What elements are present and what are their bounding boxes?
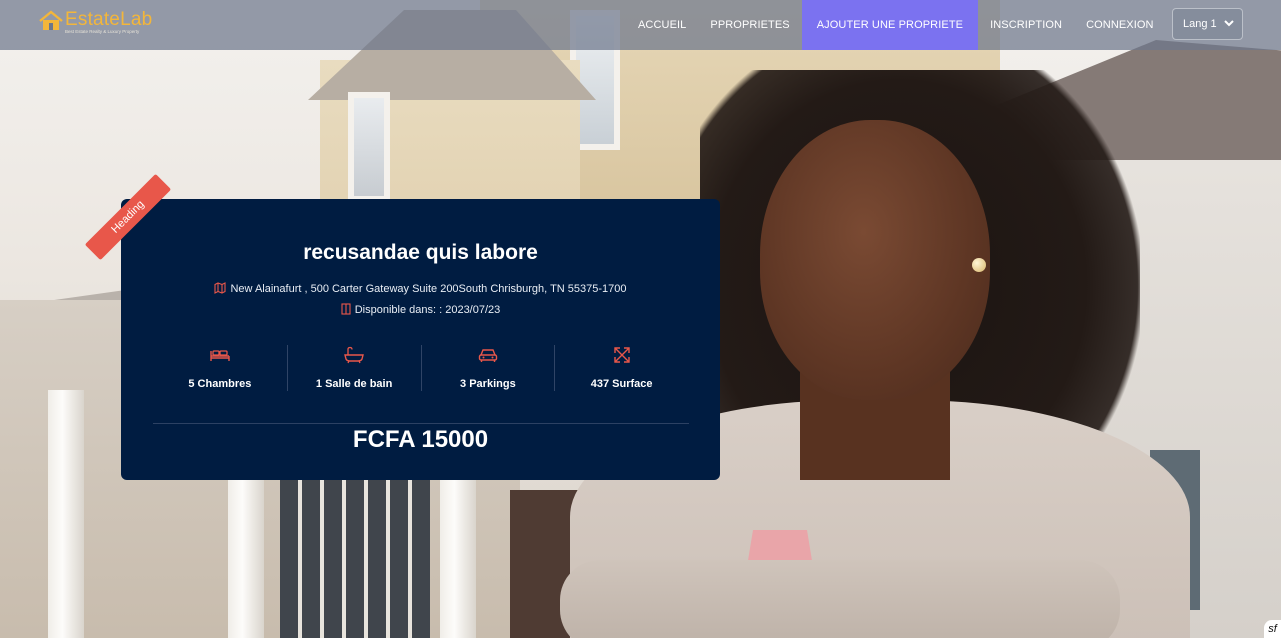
main-menu: ACCUEIL PPROPRIETES AJOUTER UNE PROPRIET… — [626, 0, 1166, 50]
property-stats: 5 Chambres 1 Salle de bain 3 Parkings 43… — [153, 345, 688, 391]
brand-name-part2: Lab — [120, 9, 153, 30]
property-address-text: New Alainafurt , 500 Carter Gateway Suit… — [230, 283, 627, 295]
stat-surface-label: 437 Surface — [590, 378, 653, 390]
language-select[interactable]: Lang 1 — [1172, 8, 1243, 40]
property-availability-text: Disponible dans: : 2023/07/23 — [354, 304, 501, 316]
stat-parkings: 3 Parkings — [420, 345, 555, 391]
expand-icon — [555, 346, 688, 364]
chevron-down-icon — [1224, 19, 1234, 30]
language-select-value: Lang 1 — [1183, 18, 1217, 30]
bed-icon — [153, 346, 287, 364]
property-availability: Disponible dans: : 2023/07/23 — [121, 303, 720, 318]
stat-bedrooms-label: 5 Chambres — [188, 378, 252, 390]
stat-parkings-label: 3 Parkings — [460, 378, 516, 390]
stat-surface: 437 Surface — [554, 345, 688, 391]
map-icon — [214, 282, 227, 297]
brand-logo[interactable]: EstateLab Best Estate Realty & Luxury Pr… — [38, 10, 152, 35]
brand-name-part1: Estate — [65, 9, 121, 30]
car-icon — [422, 346, 555, 364]
nav-accueil[interactable]: ACCUEIL — [626, 0, 698, 50]
bathtub-icon — [288, 346, 421, 364]
stat-bathrooms: 1 Salle de bain — [286, 345, 421, 391]
stat-bathrooms-label: 1 Salle de bain — [315, 378, 393, 390]
property-title: recusandae quis labore — [303, 241, 538, 264]
nav-connexion[interactable]: CONNEXION — [1074, 0, 1166, 50]
property-address: New Alainafurt , 500 Carter Gateway Suit… — [121, 282, 720, 297]
symfony-toolbar-badge[interactable]: sf — [1264, 620, 1281, 638]
brand-tagline: Best Estate Realty & Luxury Property — [65, 29, 140, 34]
top-navbar: EstateLab Best Estate Realty & Luxury Pr… — [0, 0, 1281, 50]
card-divider — [153, 423, 689, 424]
property-card: recusandae quis labore New Alainafurt , … — [121, 199, 720, 480]
door-icon — [341, 303, 351, 318]
stat-bedrooms: 5 Chambres — [153, 345, 287, 391]
nav-inscription[interactable]: INSCRIPTION — [978, 0, 1074, 50]
property-price: FCFA 15000 — [352, 426, 489, 453]
nav-ajouter-propriete[interactable]: AJOUTER UNE PROPRIETE — [801, 0, 979, 50]
nav-proprietes[interactable]: PPROPRIETES — [698, 0, 801, 50]
house-logo-icon — [38, 10, 63, 32]
